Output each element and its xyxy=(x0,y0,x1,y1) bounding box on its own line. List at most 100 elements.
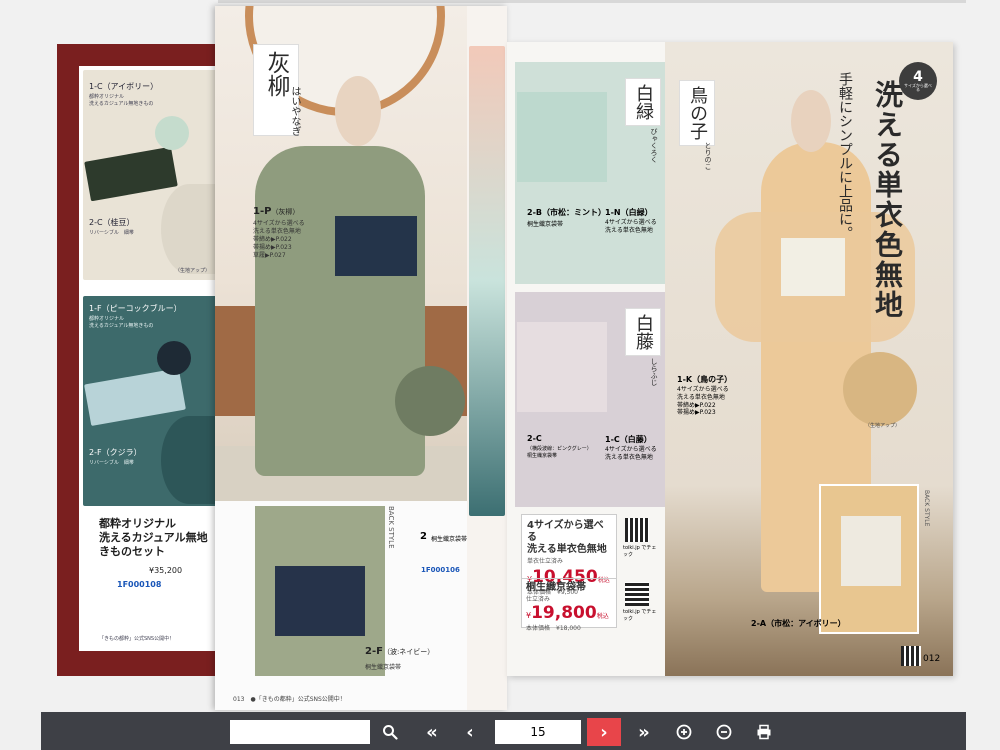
print-icon xyxy=(757,724,771,740)
price-value: 19,800 xyxy=(531,603,597,623)
next-page-icon: › xyxy=(600,721,608,743)
zoom-out-icon xyxy=(716,724,732,740)
side-item-number: 2 xyxy=(420,531,427,542)
left-page[interactable]: 1-C（アイボリー） 都粋オリジナル 洗えるカジュアル無地きもの 2-C（桂豆）… xyxy=(57,44,217,676)
item-desc-line: 桐生織京袋帯 xyxy=(527,452,558,459)
back-style-photo xyxy=(819,484,919,634)
first-page-button[interactable]: « xyxy=(417,718,447,746)
item-desc-line: （横段波線：ピンクグレー） xyxy=(527,446,592,452)
obi-swatch xyxy=(517,322,607,412)
obi-back-view xyxy=(275,566,365,636)
print-button[interactable] xyxy=(749,718,779,746)
item-label: 2-C xyxy=(527,434,542,443)
item-color: （灰柳） xyxy=(271,208,300,216)
item-label: 1-N（白緑） xyxy=(605,208,653,217)
item-label: 2-B（市松：ミント） xyxy=(527,208,606,217)
last-page-button[interactable]: » xyxy=(629,718,659,746)
item-label: 1-F（ピーコックブルー） xyxy=(89,304,182,313)
side-item-code: 1F000106 xyxy=(421,566,460,574)
item-desc: 桐生織京袋帯 xyxy=(527,221,564,228)
item-desc-line: 4サイズから選べる xyxy=(677,386,729,393)
obi-color: （波:ネイビー） xyxy=(382,648,435,656)
fabric-closeup xyxy=(161,184,217,274)
viewer-toolbar: « ‹ › » xyxy=(41,712,966,750)
fabric-closeup xyxy=(161,416,217,504)
subhead: 手軽にシンプルに上品に。 xyxy=(837,72,853,240)
curl-footer: 013 ●「きもの都粋」公式SNS公開中！ xyxy=(233,696,346,703)
headline: 洗える単衣色無地 xyxy=(871,80,904,320)
top-strip xyxy=(218,0,966,3)
back-style-label: BACK STYLE xyxy=(923,490,930,527)
item-label: 1-K（鳥の子） xyxy=(677,375,733,384)
item-desc-line: 洗える単衣色無地 xyxy=(605,453,653,461)
fabric-closeup xyxy=(395,366,465,436)
left-page-sheet: 1-C（アイボリー） 都粋オリジナル 洗えるカジュアル無地きもの 2-C（桂豆）… xyxy=(79,66,217,651)
next-page-button[interactable]: › xyxy=(587,718,621,746)
item-desc: リバーシブル 細帯 xyxy=(89,460,134,466)
item-desc: 4サイズから選べる 洗える単衣色無地 xyxy=(605,446,657,462)
item-label: 2-F（クジラ） xyxy=(89,448,142,457)
item-label: 1-P（灰柳） xyxy=(253,206,299,217)
curling-page[interactable]: 灰柳 はいやなぎ 1-P（灰柳） 4サイズから選べる 洗える単衣色無地 帯締め▶… xyxy=(215,6,507,710)
item-ref: 草履▶P.027 xyxy=(253,252,286,260)
color-name-ruby: しらふじ xyxy=(650,358,658,386)
set-title: 都粋オリジナル xyxy=(99,517,176,530)
item-desc: 4サイズから選べる 洗える単衣色無地 xyxy=(605,219,657,235)
price-row: ¥19,800税込 xyxy=(526,603,609,623)
item-desc: 洗えるカジュアル無地きもの xyxy=(89,101,154,107)
zoom-in-icon xyxy=(676,724,692,740)
price-box-2: 桐生織京袋帯 仕立済み ¥19,800税込 本体価格 ¥18,000 xyxy=(526,582,609,632)
page-number-input[interactable] xyxy=(495,720,581,744)
badge-text: サイズから選べる xyxy=(904,82,932,92)
color-name-title: 鳥の子 xyxy=(679,80,715,146)
prev-page-button[interactable]: ‹ xyxy=(455,718,485,746)
item-label: 1-C（白藤） xyxy=(605,435,652,444)
qr-code-icon[interactable] xyxy=(901,646,921,666)
item-label: 2-C（桂豆） xyxy=(89,218,135,227)
item-desc: （横段波線：ピンクグレー） 桐生織京袋帯 xyxy=(527,446,592,460)
obi-desc: 桐生織京袋帯 xyxy=(365,664,402,671)
right-page[interactable]: 白緑 びゃくろく 2-B（市松：ミント） 桐生織京袋帯 1-N（白緑） 4サイズ… xyxy=(507,42,953,676)
item-desc-line: 4サイズから選べる xyxy=(605,219,657,226)
price-sub: 単衣仕立済み xyxy=(527,558,564,565)
color-name-ruby: びゃくろく xyxy=(650,128,658,163)
item-desc-line: 洗える単衣色無地 xyxy=(605,226,653,234)
price-sub: 仕立済み xyxy=(526,596,551,603)
item-desc: 都粋オリジナル xyxy=(89,316,125,322)
first-page-icon: « xyxy=(426,721,438,743)
price-base: 本体価格 ¥18,000 xyxy=(526,625,581,632)
model-face xyxy=(335,76,381,146)
last-page-icon: » xyxy=(638,721,650,743)
divider xyxy=(521,578,617,579)
item-label: 1-C（アイボリー） xyxy=(89,82,159,91)
item-desc-line: 4サイズから選べる xyxy=(253,220,305,227)
flipbook-viewer: 1-C（アイボリー） 都粋オリジナル 洗えるカジュアル無地きもの 2-C（桂豆）… xyxy=(0,0,1000,710)
search-icon xyxy=(383,725,398,740)
badge-number: 4 xyxy=(913,68,923,85)
set-price: ¥35,200 xyxy=(149,566,183,575)
qr-code-icon[interactable] xyxy=(625,582,649,606)
item-desc: 4サイズから選べる 洗える単衣色無地 帯締め▶P.022 帯揚め▶P.023 草… xyxy=(253,220,305,260)
search-input[interactable] xyxy=(230,720,370,744)
price-title: 4サイズから選べる xyxy=(527,520,604,543)
zoom-out-button[interactable] xyxy=(709,718,739,746)
obi-back-view xyxy=(841,516,901,586)
qr-code-icon[interactable] xyxy=(625,518,649,542)
color-name-ruby: とりのこ xyxy=(704,142,712,170)
item-code: 1-P xyxy=(253,206,272,217)
item-desc-line: 洗える単衣色無地 xyxy=(677,393,725,401)
item-desc-line: 洗える単衣色無地 xyxy=(253,228,301,236)
fabric-closeup xyxy=(843,352,917,426)
zoom-in-button[interactable] xyxy=(669,718,699,746)
item-desc-line: 4サイズから選べる xyxy=(605,446,657,453)
curl-edge-swatches xyxy=(469,46,505,516)
item-desc: 4サイズから選べる 洗える単衣色無地 帯締め▶P.022 帯揚め▶P.023 xyxy=(677,386,729,417)
color-name-title: 白藤 xyxy=(625,308,661,356)
color-name-ruby: はいやなぎ xyxy=(289,86,300,136)
obi-label: 2-F（波:ネイビー） xyxy=(365,646,434,657)
color-name-title: 白緑 xyxy=(625,78,661,126)
prev-page-icon: ‹ xyxy=(466,721,474,743)
search-button[interactable] xyxy=(375,718,405,746)
qr-caption: toiki.jp でチェック xyxy=(623,545,657,558)
size-badge: 4 サイズから選べる xyxy=(899,62,937,100)
